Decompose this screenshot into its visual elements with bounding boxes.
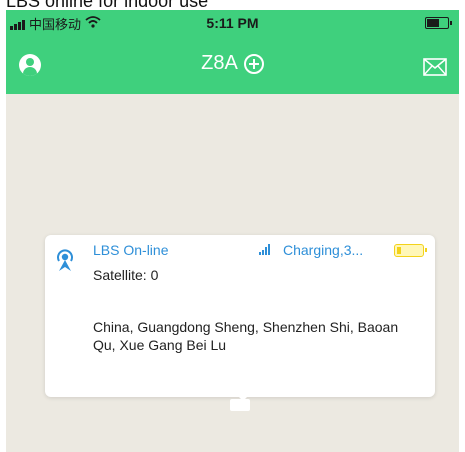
lbs-location-icon bbox=[53, 248, 77, 277]
location-mode-text: LBS On-line bbox=[93, 242, 169, 258]
add-device-icon[interactable] bbox=[243, 53, 264, 74]
map-marker[interactable] bbox=[230, 399, 250, 411]
phone-battery-icon bbox=[425, 17, 452, 29]
network-signal-icon bbox=[259, 244, 270, 255]
status-time: 5:11 PM bbox=[206, 15, 259, 31]
device-info-card[interactable]: LBS On-line Charging,3... Satellite: 0 C… bbox=[45, 235, 435, 401]
device-selector[interactable]: Z8A bbox=[6, 52, 459, 75]
charging-status-text: Charging,3... bbox=[283, 242, 364, 258]
address-text: China, Guangdong Sheng, Shenzhen Shi, Ba… bbox=[93, 319, 399, 353]
app-screen: 中国移动 5:11 PM Z8A LBS On-line Charging,3.… bbox=[6, 10, 459, 452]
satellite-count: Satellite: 0 bbox=[93, 267, 159, 283]
top-nav-bar: Z8A bbox=[6, 36, 459, 94]
caption-text: LBS online for indoor use bbox=[6, 0, 209, 11]
device-battery-icon bbox=[394, 244, 427, 257]
mail-icon[interactable] bbox=[423, 58, 447, 81]
status-bar: 中国移动 5:11 PM bbox=[6, 10, 459, 36]
device-title[interactable]: Z8A bbox=[201, 52, 238, 75]
